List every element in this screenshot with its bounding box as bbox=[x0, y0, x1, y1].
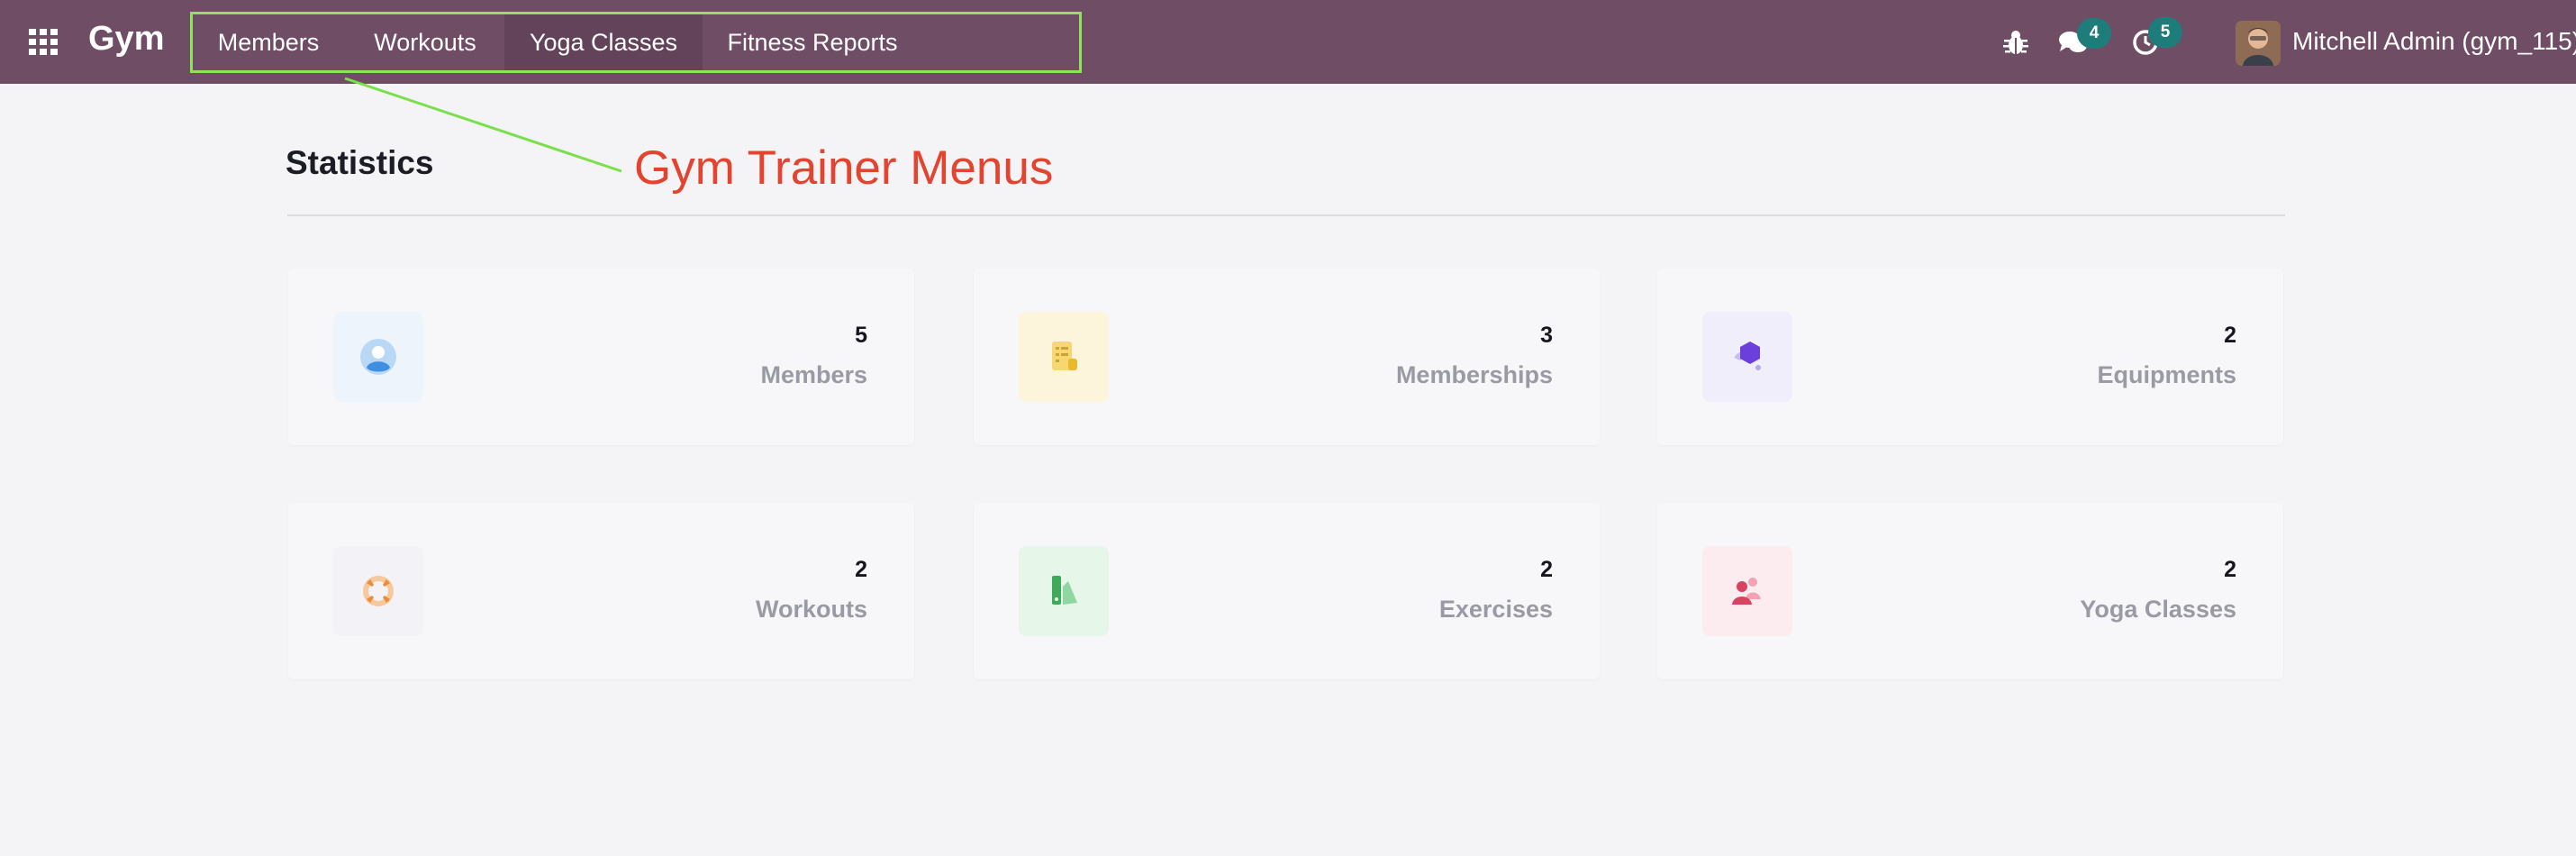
stat-value: 2 bbox=[2224, 557, 2236, 582]
stat-card-equipments[interactable]: 2 Equipments bbox=[1657, 269, 2283, 445]
stat-card-exercises[interactable]: 2 Exercises bbox=[974, 503, 1600, 679]
stat-icon-tile bbox=[333, 312, 423, 402]
stat-icon-tile bbox=[1702, 546, 1792, 636]
user-menu[interactable]: Mitchell Admin (gym_115) bbox=[2292, 27, 2576, 56]
stat-value: 5 bbox=[855, 323, 867, 348]
stat-label: Equipments bbox=[2097, 361, 2236, 388]
app-brand[interactable]: Gym bbox=[88, 20, 164, 59]
menu-highlight-box bbox=[190, 12, 1082, 73]
stat-card-memberships[interactable]: 3 Memberships bbox=[974, 269, 1600, 445]
group-icon bbox=[1732, 578, 1761, 605]
stat-value: 2 bbox=[855, 557, 867, 582]
stat-value: 3 bbox=[1540, 323, 1553, 348]
apps-grid-icon[interactable] bbox=[29, 29, 58, 56]
stat-icon-tile bbox=[1019, 546, 1109, 636]
stat-label: Exercises bbox=[1438, 596, 1553, 623]
exercise-icon bbox=[1052, 576, 1077, 605]
stat-value: 2 bbox=[1540, 557, 1553, 582]
messages-badge: 4 bbox=[2077, 18, 2111, 49]
annotation-label: Gym Trainer Menus bbox=[634, 141, 1054, 195]
bug-icon[interactable] bbox=[2003, 29, 2028, 56]
top-navbar: Gym Members Workouts Yoga Classes Fitnes… bbox=[0, 0, 2576, 84]
membership-card-icon bbox=[1052, 341, 1077, 370]
stat-icon-tile bbox=[1019, 312, 1109, 402]
stat-card-members[interactable]: 5 Members bbox=[288, 269, 914, 445]
stat-label: Memberships bbox=[1395, 361, 1553, 388]
lifebuoy-icon bbox=[363, 576, 394, 606]
title-divider bbox=[287, 214, 2285, 216]
stat-label: Workouts bbox=[755, 596, 867, 623]
stat-value: 2 bbox=[2224, 323, 2236, 348]
stat-card-workouts[interactable]: 2 Workouts bbox=[288, 503, 914, 679]
cube-icon bbox=[1734, 341, 1761, 370]
stat-label: Yoga Classes bbox=[2080, 596, 2236, 623]
user-avatar[interactable] bbox=[2236, 21, 2281, 66]
user-circle-icon bbox=[360, 339, 396, 375]
page-title: Statistics bbox=[286, 144, 434, 181]
stat-icon-tile bbox=[1702, 312, 1792, 402]
stat-icon-tile bbox=[333, 546, 423, 636]
stat-card-yoga-classes[interactable]: 2 Yoga Classes bbox=[1657, 503, 2283, 679]
activities-badge: 5 bbox=[2148, 17, 2182, 48]
stat-label: Members bbox=[760, 361, 867, 388]
